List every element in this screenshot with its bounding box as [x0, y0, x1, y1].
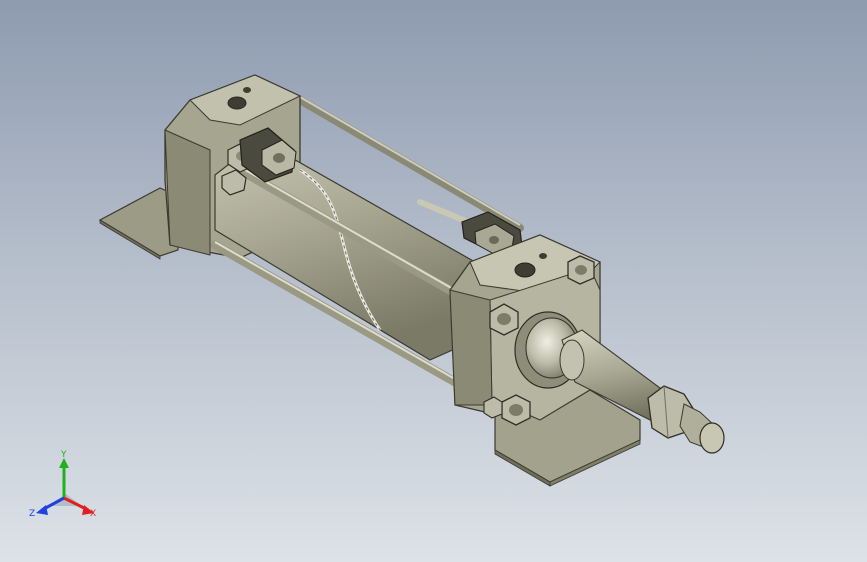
rear-cap-port-small — [243, 87, 251, 93]
front-cap-side — [449, 289, 493, 406]
x-axis-label: X — [90, 509, 96, 519]
front-cap-port — [514, 262, 536, 278]
front-cap-nut-right-top — [567, 255, 595, 285]
rod-root — [559, 339, 585, 381]
cylinder-model[interactable] — [0, 0, 867, 562]
y-axis-label: Y — [60, 450, 67, 460]
rear-cap-port — [227, 96, 247, 110]
rod-end-tip — [699, 422, 725, 454]
front-cap-nut-small-bottom — [483, 396, 503, 419]
rear-cap-side — [164, 129, 211, 256]
front-cap-port-small — [539, 253, 547, 259]
coordinate-triad: Y X Z — [28, 450, 104, 522]
3d-viewport[interactable]: Y X Z — [0, 0, 867, 562]
z-axis-label: Z — [29, 509, 35, 519]
z-axis-arrow — [36, 505, 48, 515]
front-cap-nut-left-bottom — [501, 394, 531, 426]
